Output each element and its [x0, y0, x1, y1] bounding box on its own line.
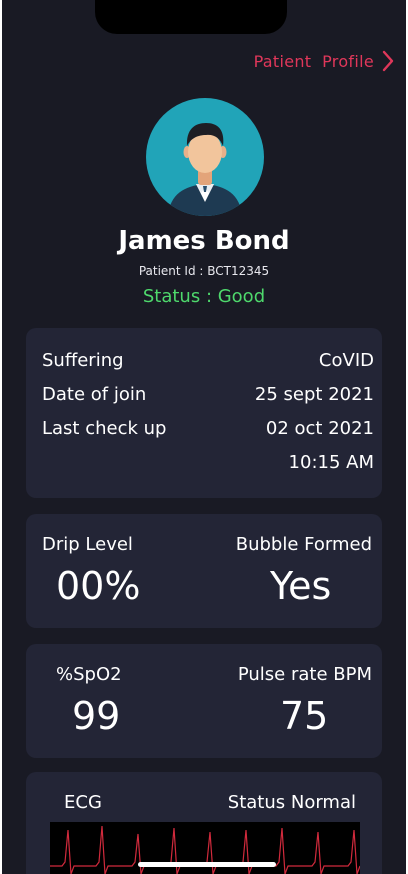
info-label: Suffering — [42, 350, 124, 371]
info-row-suffering: Suffering CoVID — [42, 350, 374, 371]
last-checkup-time: 10:15 AM — [288, 452, 374, 473]
info-label: Last check up — [42, 418, 167, 439]
patient-name: James Bond — [118, 226, 290, 256]
info-label: Date of join — [42, 384, 147, 405]
patient-profile-label: Patient Profile — [253, 51, 374, 71]
ecg-label: ECG — [64, 792, 102, 813]
info-value: CoVID — [318, 350, 374, 371]
screen: Patient Profile James Bond Patient Id: … — [2, 0, 406, 874]
drip-level-value: 00% — [56, 564, 141, 608]
patient-id: Patient Id : BCT12345 — [138, 264, 270, 278]
pulse-rate-label: Pulse rate BPM — [237, 664, 372, 685]
user-avatar-icon — [168, 123, 242, 216]
patient-avatar — [146, 98, 264, 216]
vitals-card: %SpO2 99 Pulse rate BPM 75 — [26, 644, 382, 758]
patient-status: Status : Good — [142, 286, 266, 307]
info-row-last-check-up: Last check up 02 oct 2021 — [42, 418, 374, 439]
device-notch — [95, 0, 287, 34]
home-indicator[interactable] — [138, 862, 276, 867]
drip-level-label: Drip Level — [42, 534, 133, 555]
ecg-card: ECG Status Normal — [26, 772, 382, 874]
info-value: 02 oct 2021 — [265, 418, 374, 439]
info-value: 25 sept 2021 — [254, 384, 374, 405]
patient-profile-link[interactable]: Patient Profile — [254, 50, 394, 72]
ecg-status: Status Normal — [227, 792, 356, 813]
spo2-label: %SpO2 — [56, 664, 122, 685]
patient-info-card: Suffering CoVID Date of join 25 sept 202… — [26, 328, 382, 498]
spo2-value: 99 — [72, 694, 121, 738]
bubble-formed-label: Bubble Formed — [235, 534, 372, 555]
drip-card: Drip Level 00% Bubble Formed Yes — [26, 514, 382, 628]
info-row-time: 10:15 AM — [42, 452, 374, 473]
bubble-formed-value: Yes — [270, 564, 332, 608]
chevron-right-icon — [382, 50, 394, 72]
info-row-date-of-join: Date of join 25 sept 2021 — [42, 384, 374, 405]
pulse-rate-value: 75 — [280, 694, 329, 738]
